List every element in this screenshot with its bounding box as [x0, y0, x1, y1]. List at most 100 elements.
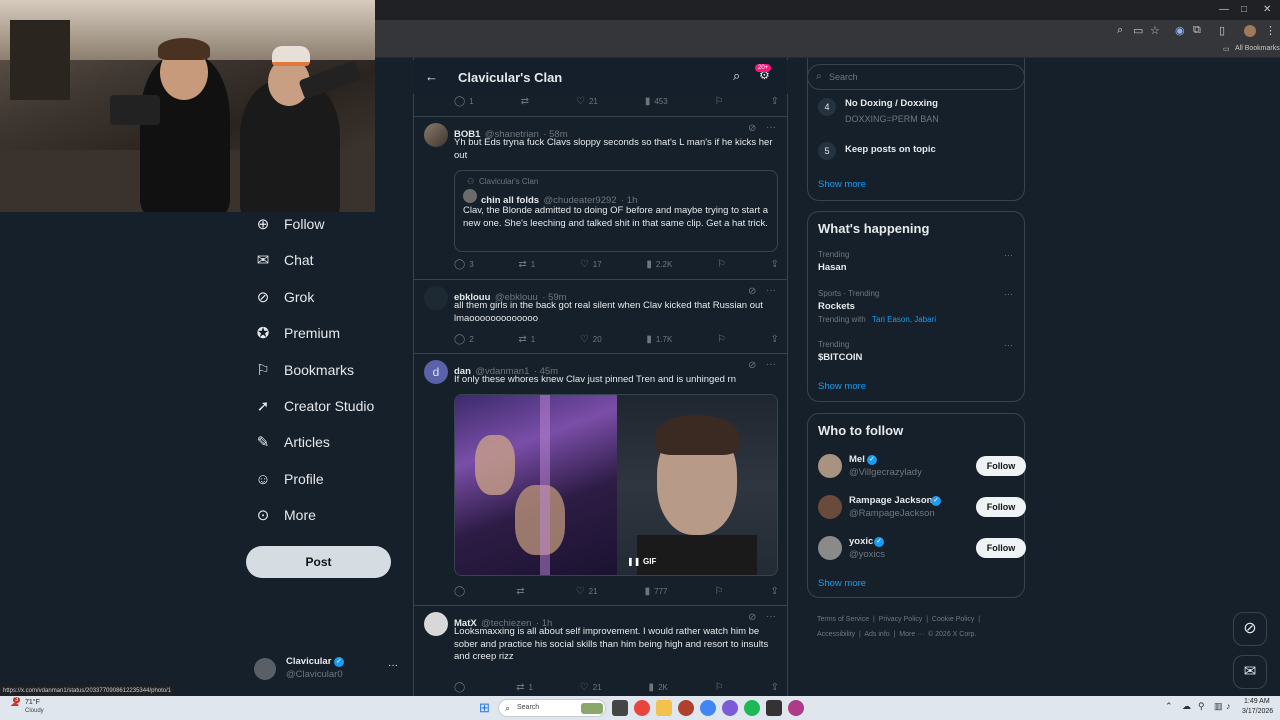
rules-show-more-link[interactable]: Show more	[818, 179, 866, 190]
trend-item[interactable]: Trending $BITCOIN ···	[818, 340, 1016, 370]
extension-icon[interactable]: ◉	[1175, 24, 1185, 37]
weather-temp[interactable]: 71°F	[25, 699, 40, 706]
more-options-icon[interactable]: ···	[766, 285, 776, 296]
minimize-button[interactable]: —	[1219, 4, 1229, 15]
volume-icon[interactable]: ♪	[1226, 701, 1231, 711]
sidebar-item-chat[interactable]: ✉ Chat	[254, 246, 314, 274]
task-view-icon[interactable]	[612, 700, 628, 716]
reply-button[interactable]: ◯ 3	[454, 259, 474, 270]
share-button[interactable]: ⇪	[771, 259, 779, 270]
follow-button[interactable]: Follow	[976, 538, 1026, 558]
views-button[interactable]: ▮ 1.7K	[646, 334, 672, 345]
views-button[interactable]: ▮ 2.2K	[646, 259, 672, 270]
close-button[interactable]: ✕	[1263, 4, 1271, 15]
repost-button[interactable]: ⇄	[521, 96, 529, 107]
more-link[interactable]: More ···	[899, 631, 924, 638]
bookmark-button[interactable]: ⚐	[717, 334, 726, 345]
clock-time[interactable]: 1:49 AM	[1244, 698, 1270, 705]
like-button[interactable]: ♡ 21	[576, 586, 598, 597]
tweet-item[interactable]: d dan @vdanman1 · 45m ⊘ ··· If only thes…	[414, 354, 787, 606]
follow-suggestion[interactable]: yoxic ✓ @yoxics Follow	[818, 534, 1026, 562]
like-button[interactable]: ♡ 21	[580, 682, 602, 693]
privacy-link[interactable]: Privacy Policy	[879, 616, 923, 623]
share-button[interactable]: ⇪	[771, 334, 779, 345]
more-options-icon[interactable]: ···	[766, 122, 776, 133]
pause-icon[interactable]: ❚❚	[627, 557, 640, 566]
repost-button[interactable]: ⇄ 1	[518, 334, 535, 345]
sidebar-item-articles[interactable]: ✎ Articles	[254, 428, 330, 456]
sidebar-item-more[interactable]: ⊙ More	[254, 501, 316, 529]
network-icon[interactable]: ▥	[1214, 701, 1223, 712]
tweet-item[interactable]: ebklouu @ebklouu · 59m ⊘ ··· all them gi…	[414, 280, 787, 354]
bookmark-button[interactable]: ⚐	[715, 586, 724, 597]
grok-icon[interactable]: ⊘	[748, 360, 756, 371]
sidebar-item-bookmarks[interactable]: ⚐ Bookmarks	[254, 356, 354, 384]
sidebar-item-grok[interactable]: ⊘ Grok	[254, 283, 315, 311]
messages-fab-icon[interactable]: ✉	[1233, 655, 1267, 689]
back-arrow-icon[interactable]: ←	[425, 69, 438, 84]
follow-suggestion[interactable]: Rampage Jackson ✓ @RampageJackson Follow	[818, 493, 1026, 521]
reply-button[interactable]: ◯ 1	[454, 96, 474, 107]
grok-icon[interactable]: ⊘	[748, 612, 756, 623]
bookmark-button[interactable]: ⚐	[715, 96, 724, 107]
app-icon[interactable]	[678, 700, 694, 716]
views-button[interactable]: ▮ 777	[645, 586, 668, 597]
more-options-icon[interactable]: ···	[766, 359, 776, 370]
post-button[interactable]: Post	[246, 546, 391, 578]
trend-with-names[interactable]: Tari Eason, Jabari	[872, 315, 936, 324]
follow-button[interactable]: Follow	[976, 456, 1026, 476]
trend-item[interactable]: Sports · Trending Rockets Trending with …	[818, 289, 1016, 327]
trend-more-icon[interactable]: ···	[1004, 250, 1013, 260]
trend-item[interactable]: Trending Hasan ···	[818, 250, 1016, 280]
star-icon[interactable]: ☆	[1150, 24, 1160, 37]
obs-app-icon[interactable]	[788, 700, 804, 716]
bookmark-button[interactable]: ⚐	[717, 259, 726, 270]
profile-avatar-icon[interactable]	[1244, 25, 1256, 37]
like-button[interactable]: ♡ 17	[580, 259, 602, 270]
trend-more-icon[interactable]: ···	[1004, 340, 1013, 350]
share-button[interactable]: ⇪	[771, 586, 779, 597]
account-more-icon[interactable]: ···	[388, 660, 398, 671]
views-button[interactable]: ▮ 453	[645, 96, 668, 107]
tray-chevron-icon[interactable]: ⌃	[1165, 701, 1173, 712]
mic-icon[interactable]: ⚲	[1198, 701, 1205, 712]
reply-button[interactable]: ◯ 2	[454, 334, 474, 345]
cookie-link[interactable]: Cookie Policy	[932, 616, 974, 623]
zoom-icon[interactable]: ⌕	[1117, 24, 1123, 37]
windows-start-icon[interactable]: ⊞	[479, 700, 490, 716]
file-explorer-icon[interactable]	[656, 700, 672, 716]
sidebar-item-profile[interactable]: ☺ Profile	[254, 465, 323, 493]
trends-show-more-link[interactable]: Show more	[818, 381, 866, 392]
sidepanel-icon[interactable]: ▯	[1219, 24, 1225, 37]
repost-button[interactable]: ⇄ 1	[516, 682, 533, 693]
like-button[interactable]: ♡ 21	[576, 96, 598, 107]
browser-app-icon[interactable]	[700, 700, 716, 716]
clock-date[interactable]: 3/17/2026	[1242, 708, 1273, 715]
reply-button[interactable]: ◯	[454, 586, 469, 597]
more-options-icon[interactable]: ···	[766, 611, 776, 622]
share-button[interactable]: ⇪	[771, 96, 779, 107]
all-bookmarks-link[interactable]: All Bookmarks	[1235, 45, 1280, 52]
kebab-menu-icon[interactable]: ⋮	[1265, 24, 1276, 37]
ads-info-link[interactable]: Ads info	[864, 631, 889, 638]
views-button[interactable]: ▮ 2K	[649, 682, 668, 693]
follow-show-more-link[interactable]: Show more	[818, 578, 866, 589]
tweet-item[interactable]: MatX @techiezen · 1h ⊘ ··· Looksmaxxing …	[414, 606, 787, 696]
chrome-app-icon[interactable]	[634, 700, 650, 716]
share-button[interactable]: ⇪	[771, 682, 779, 693]
like-button[interactable]: ♡ 20	[580, 334, 602, 345]
repost-button[interactable]: ⇄	[516, 586, 528, 597]
taskbar-search-input[interactable]: Search	[517, 704, 539, 711]
bookmark-button[interactable]: ⚐	[715, 682, 724, 693]
puzzle-icon[interactable]: ⧉	[1193, 24, 1201, 37]
sidebar-item-follow[interactable]: ⊕ Follow	[254, 210, 325, 238]
accessibility-link[interactable]: Accessibility	[817, 631, 855, 638]
grok-icon[interactable]: ⊘	[748, 286, 756, 297]
cast-icon[interactable]: ▭	[1133, 24, 1143, 37]
follow-button[interactable]: Follow	[976, 497, 1026, 517]
tweet-media-gif[interactable]: ❚❚ GIF	[454, 394, 778, 576]
sidebar-item-premium[interactable]: ✪ Premium	[254, 319, 340, 347]
reply-button[interactable]: ◯	[454, 682, 469, 693]
maximize-button[interactable]: □	[1241, 4, 1247, 15]
tweet-item[interactable]: BOB1 @shanetrian · 58m ⊘ ··· Yh but Eds …	[414, 117, 787, 280]
